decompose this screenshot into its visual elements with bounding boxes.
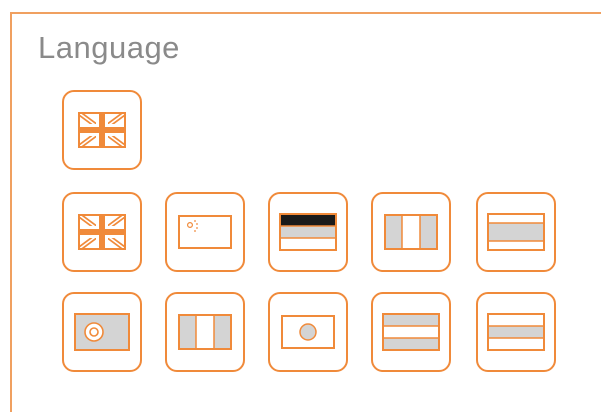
uk-flag-icon [78,112,126,148]
china-flag-icon [178,215,232,249]
language-option-chinese[interactable] [165,192,245,272]
brazil-flag-icon [74,313,130,351]
language-option-japanese[interactable] [268,292,348,372]
spain-flag-icon [487,213,545,251]
italy-flag-icon [384,214,438,250]
france-flag-icon [178,314,232,350]
uk-flag-icon [78,214,126,250]
language-option-italian[interactable] [371,192,451,272]
current-language-button[interactable] [62,90,142,170]
japan-flag-icon [281,315,335,349]
language-option-german[interactable] [268,192,348,272]
language-option-spanish[interactable] [476,192,556,272]
language-option-english[interactable] [62,192,142,272]
language-option-russian[interactable] [476,292,556,372]
netherlands-flag-icon [382,313,440,351]
language-option-dutch[interactable] [371,292,451,372]
language-option-portuguese[interactable] [62,292,142,372]
language-option-french[interactable] [165,292,245,372]
russia-flag-icon [487,313,545,351]
section-title: Language [38,30,180,65]
germany-flag-icon [279,213,337,251]
